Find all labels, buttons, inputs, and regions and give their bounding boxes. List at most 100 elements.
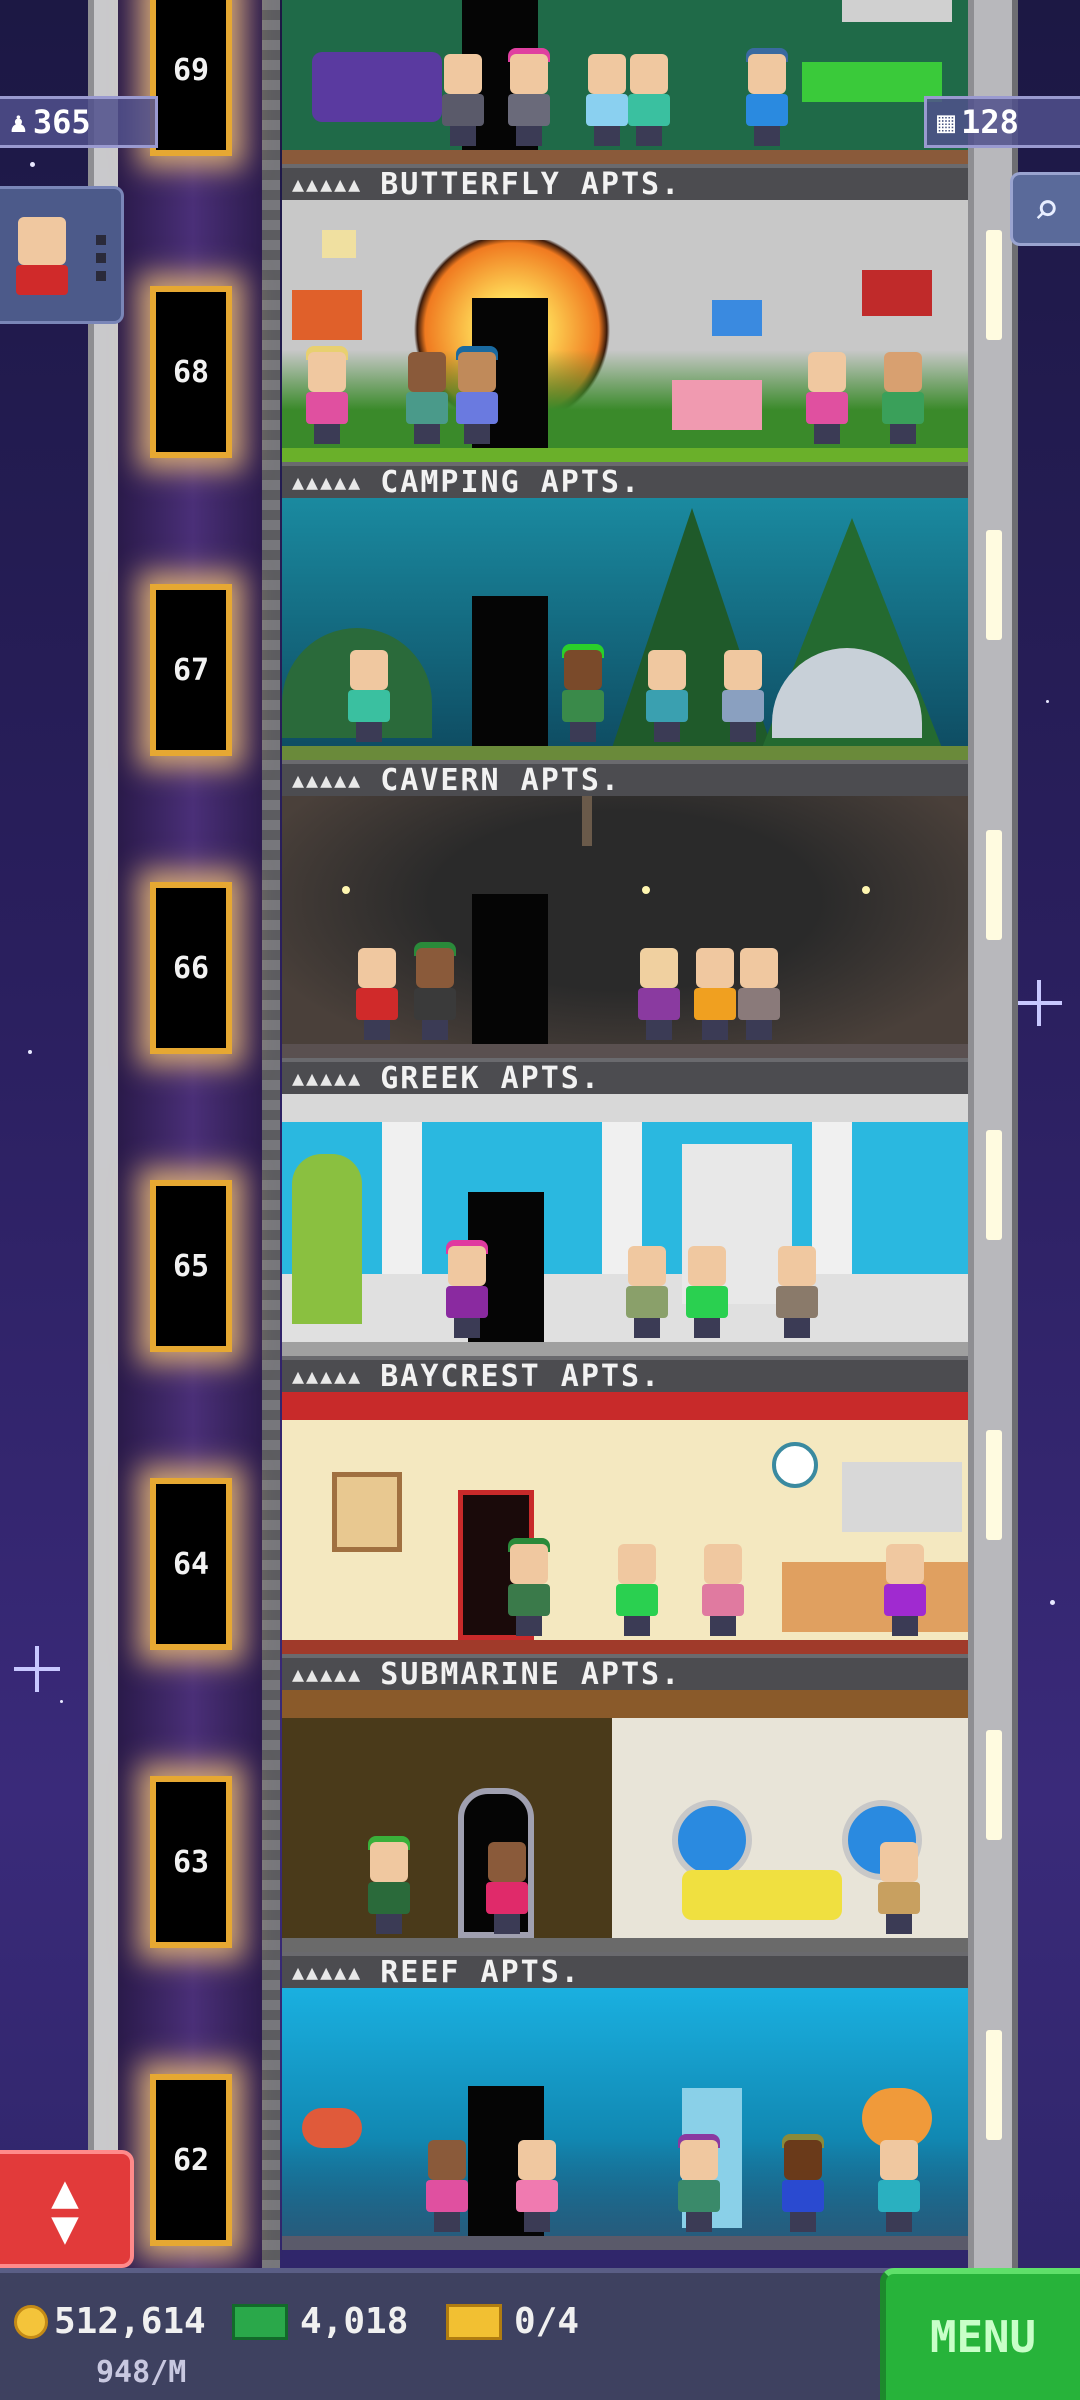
floors-counter[interactable]: ▦ 128 — [924, 96, 1080, 148]
menu-button[interactable]: MENU — [880, 2268, 1080, 2400]
population-counter[interactable]: ♟ 365 — [0, 96, 158, 148]
bitizen[interactable] — [558, 644, 608, 742]
bitizen[interactable] — [778, 2134, 828, 2232]
room-scene — [282, 1392, 968, 1654]
bitizen[interactable] — [718, 650, 768, 742]
room-scene — [282, 796, 968, 1058]
floor-69[interactable] — [282, 0, 968, 164]
elevator-door[interactable]: 69 — [150, 0, 232, 156]
room-scene — [282, 200, 968, 462]
building-icon: ▦ — [937, 104, 956, 140]
floor-68[interactable]: ▲▲▲▲▲ BUTTERFLY APTS. — [282, 164, 968, 462]
bitizen[interactable] — [634, 948, 684, 1040]
bitizen[interactable] — [504, 48, 554, 146]
painting — [332, 1472, 402, 1552]
bitizen[interactable] — [482, 1842, 532, 1934]
bitizen[interactable] — [512, 2140, 562, 2232]
elevator-door[interactable]: 64 — [150, 1478, 232, 1650]
elevator-door[interactable]: 63 — [150, 1776, 232, 1948]
floor-number: 66 — [172, 950, 210, 986]
floor-name: CAVERN APTS. — [380, 762, 621, 798]
tickets-display[interactable]: 0/4 — [446, 2301, 579, 2342]
bitizen[interactable] — [344, 650, 394, 742]
floor-label: ▲▲▲▲▲ BAYCREST APTS. — [282, 1356, 968, 1394]
bitizen[interactable] — [452, 346, 502, 444]
floor-number: 64 — [172, 1546, 210, 1582]
elevator-door[interactable]: 67 — [150, 584, 232, 756]
person-icon: ♟ — [10, 105, 27, 139]
room-scene — [282, 0, 968, 164]
counter — [802, 62, 942, 102]
bitizen[interactable] — [874, 2140, 924, 2232]
floor-number: 63 — [172, 1844, 210, 1880]
bitizen[interactable] — [734, 948, 784, 1040]
bitizen-avatar-button[interactable] — [0, 186, 124, 324]
sofa — [312, 52, 442, 122]
bitizen[interactable] — [504, 1538, 554, 1636]
bitizen[interactable] — [682, 1246, 732, 1338]
bux-value: 4,018 — [300, 2301, 409, 2342]
bitizen[interactable] — [880, 1544, 930, 1636]
bux-display[interactable]: 4,018 — [232, 2301, 408, 2342]
more-icon — [96, 235, 106, 281]
elevator-door[interactable]: 62 — [150, 2074, 232, 2246]
bitizen[interactable] — [402, 352, 452, 444]
apartment-door — [472, 894, 548, 1044]
bitizen[interactable] — [674, 2134, 724, 2232]
bitizen[interactable] — [438, 54, 488, 146]
floor-name: SUBMARINE APTS. — [380, 1656, 682, 1692]
bitizen[interactable] — [364, 1836, 414, 1934]
floor-number: 65 — [172, 1248, 210, 1284]
room-floor — [282, 448, 968, 462]
floor-62[interactable]: ▲▲▲▲▲ REEF APTS. — [282, 1952, 968, 2250]
butterfly-decoration — [712, 300, 762, 336]
coins-display[interactable]: 512,614 — [14, 2301, 206, 2342]
bitizen[interactable] — [690, 948, 740, 1040]
bitizen[interactable] — [612, 1544, 662, 1636]
floor-label: ▲▲▲▲▲ REEF APTS. — [282, 1952, 968, 1990]
bitizen[interactable] — [302, 346, 352, 444]
floor-65[interactable]: ▲▲▲▲▲ GREEK APTS. — [282, 1058, 968, 1356]
floor-63[interactable]: ▲▲▲▲▲ SUBMARINE APTS. — [282, 1654, 968, 1952]
stars-icon: ▲▲▲▲▲ — [292, 768, 363, 792]
floor-label: ▲▲▲▲▲ CAVERN APTS. — [282, 760, 968, 798]
elevator-rail — [262, 0, 280, 2268]
floor-number: 69 — [172, 52, 210, 88]
bitizen[interactable] — [772, 1246, 822, 1338]
background-star — [1050, 1600, 1055, 1605]
background-star — [60, 1700, 63, 1703]
bitizen[interactable] — [642, 650, 692, 742]
butterfly-decoration — [292, 290, 362, 340]
ceiling-trim — [282, 1690, 968, 1718]
bitizen[interactable] — [352, 948, 402, 1040]
window-light — [986, 2030, 1002, 2140]
elevator-control-button[interactable]: ▲ ▼ — [0, 2150, 134, 2268]
bitizen[interactable] — [698, 1544, 748, 1636]
ticket-icon — [446, 2303, 502, 2340]
bitizen[interactable] — [874, 1842, 924, 1934]
window-light — [986, 1730, 1002, 1840]
elevator-door[interactable]: 68 — [150, 286, 232, 458]
floor-64[interactable]: ▲▲▲▲▲ BAYCREST APTS. — [282, 1356, 968, 1654]
bitizen[interactable] — [878, 352, 928, 444]
floor-label: ▲▲▲▲▲ BUTTERFLY APTS. — [282, 164, 968, 202]
elevator-door[interactable]: 65 — [150, 1180, 232, 1352]
elevator-door[interactable]: 66 — [150, 882, 232, 1054]
bitizen[interactable] — [622, 1246, 672, 1338]
background-star — [30, 162, 35, 167]
bitizen[interactable] — [422, 2140, 472, 2232]
loveseat — [672, 380, 762, 430]
floor-name: REEF APTS. — [380, 1954, 581, 1990]
bitizen[interactable] — [742, 48, 792, 146]
stars-icon: ▲▲▲▲▲ — [292, 172, 363, 196]
bitizen[interactable] — [802, 352, 852, 444]
bitizen[interactable] — [624, 54, 674, 146]
bitizen[interactable] — [442, 1240, 492, 1338]
background-star — [28, 1050, 32, 1054]
search-button[interactable]: ⌕ — [1010, 172, 1080, 246]
room-scene — [282, 1094, 968, 1356]
bitizen[interactable] — [410, 942, 460, 1040]
avatar — [18, 217, 66, 265]
floor-66[interactable]: ▲▲▲▲▲ CAVERN APTS. — [282, 760, 968, 1058]
floor-67[interactable]: ▲▲▲▲▲ CAMPING APTS. — [282, 462, 968, 760]
